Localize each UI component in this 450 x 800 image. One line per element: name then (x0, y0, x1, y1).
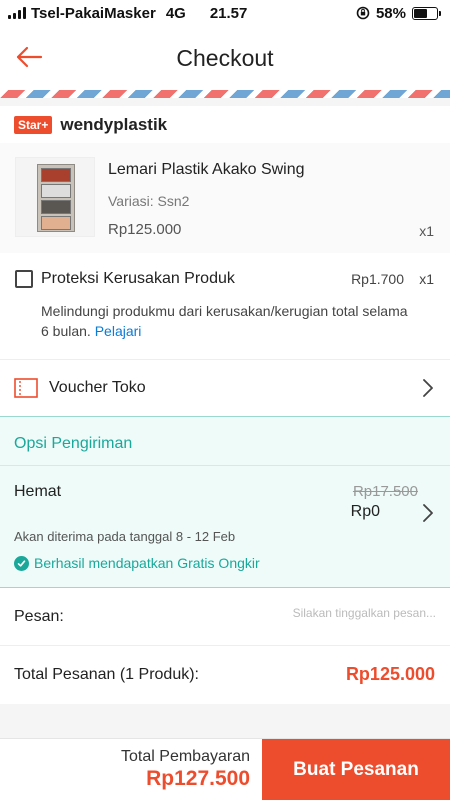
product-quantity: x1 (419, 223, 434, 239)
shipping-divider (0, 465, 450, 466)
status-bar: Tsel-PakaiMasker 4G 21.57 58% (0, 0, 450, 26)
orientation-lock-icon (356, 6, 370, 20)
message-label: Pesan: (14, 608, 64, 625)
checkout-bottom-bar: Total Pembayaran Rp127.500 Buat Pesanan (0, 738, 450, 800)
battery-icon (412, 6, 441, 20)
address-stripe-divider (0, 90, 450, 98)
product-name: Lemari Plastik Akako Swing (108, 161, 305, 178)
chevron-right-icon (423, 379, 433, 397)
protection-label: Proteksi Kerusakan Produk (41, 270, 235, 287)
page-header: Checkout (0, 26, 450, 90)
order-total-value: Rp125.000 (345, 664, 435, 684)
carrier-name: Tsel-PakaiMasker (31, 4, 156, 22)
shop-name: wendyplastik (60, 114, 168, 134)
network-type: 4G (165, 4, 186, 22)
arrow-left-icon[interactable] (14, 42, 44, 72)
product-price: Rp125.000 (108, 221, 182, 238)
check-circle-icon (14, 555, 29, 571)
message-row: Pesan: (0, 588, 450, 646)
shipping-title: Opsi Pengiriman (14, 435, 133, 452)
protection-checkbox[interactable] (15, 270, 33, 288)
protection-description: Melindungi produkmu dari kerusakan/kerug… (41, 301, 411, 341)
signal-icon (8, 7, 26, 19)
shipping-method[interactable]: Hemat (14, 483, 61, 501)
protection-quantity: x1 (419, 271, 434, 287)
payment-summary: Total Pembayaran Rp127.500 (0, 739, 262, 800)
order-total-label: Total Pesanan (1 Produk): (14, 666, 199, 683)
payment-total-value: Rp127.500 (146, 767, 250, 790)
protection-price: Rp1.700 (351, 271, 404, 287)
message-input[interactable] (196, 606, 436, 620)
battery-percent: 58% (375, 4, 406, 22)
product-image (15, 157, 95, 237)
order-total-row: Total Pesanan (1 Produk): Rp125.000 (0, 646, 450, 704)
star-plus-badge: Star+ (14, 115, 53, 134)
voucher-icon (14, 378, 38, 398)
delivery-estimate: Akan diterima pada tanggal 8 - 12 Feb (14, 529, 236, 544)
payment-total-label: Total Pembayaran (121, 748, 250, 765)
chevron-right-icon[interactable] (422, 503, 434, 523)
damage-protection-option: Proteksi Kerusakan Produk Rp1.700 x1 Mel… (0, 253, 450, 359)
shipping-original-price: Rp17.500 (352, 483, 418, 500)
shipping-price: Rp0 (350, 503, 380, 520)
shop-header[interactable]: Star+ wendyplastik (0, 106, 450, 143)
free-shipping-notice: Berhasil mendapatkan Gratis Ongkir (14, 555, 260, 571)
product-item[interactable]: Lemari Plastik Akako Swing Variasi: Ssn2… (0, 143, 450, 253)
shop-voucher-row[interactable]: Voucher Toko (0, 359, 450, 416)
clock: 21.57 (209, 4, 248, 22)
product-variant: Variasi: Ssn2 (108, 193, 190, 209)
learn-more-link[interactable]: Pelajari (95, 323, 142, 339)
page-title: Checkout (176, 44, 274, 71)
voucher-label: Voucher Toko (49, 379, 146, 396)
free-shipping-text: Berhasil mendapatkan Gratis Ongkir (34, 555, 260, 571)
place-order-button[interactable]: Buat Pesanan (262, 739, 450, 800)
shipping-options: Opsi Pengiriman Hemat Rp17.500 Rp0 Akan … (0, 416, 450, 588)
